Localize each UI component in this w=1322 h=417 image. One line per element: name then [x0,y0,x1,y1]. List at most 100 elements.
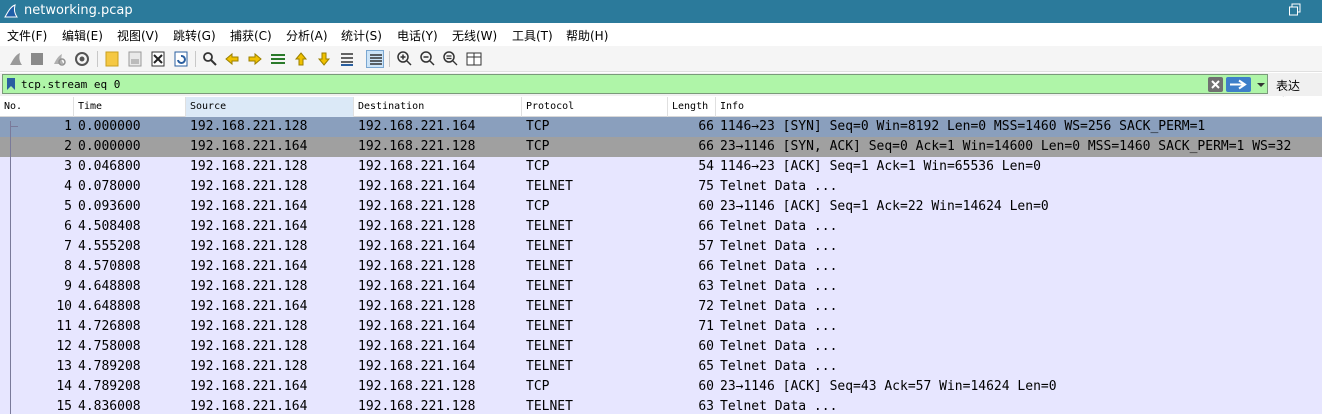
packet-destination: 192.168.221.128 [358,379,476,394]
packet-length: 63 [698,279,714,294]
packet-row[interactable]: 2 0.000000 192.168.221.164 192.168.221.128 T… [0,137,1322,157]
menu-go[interactable]: 跳转(G) [173,27,216,44]
reload-icon[interactable] [172,50,190,68]
packet-protocol: TELNET [526,259,573,274]
conversation-start-marker [10,126,18,127]
packet-info: Telnet Data ... [720,359,838,374]
packet-source: 192.168.221.164 [190,139,308,154]
autoscroll-icon[interactable] [338,50,356,68]
packet-time: 4.789208 [78,359,141,374]
packet-source: 192.168.221.128 [190,359,308,374]
filter-text[interactable]: tcp.stream eq 0 [21,78,120,91]
packet-destination: 192.168.221.128 [358,259,476,274]
packet-row[interactable]: 11 4.726808 192.168.221.128 192.168.221.164… [0,317,1322,337]
close-file-icon[interactable] [149,50,167,68]
packet-protocol: TCP [526,379,550,394]
go-to-packet-icon[interactable] [269,50,287,68]
clear-filter-icon[interactable] [1208,77,1223,92]
packet-info: 23→1146 [SYN, ACK] Seq=0 Ack=1 Win=14600… [720,139,1292,154]
zoom-in-icon[interactable] [396,50,414,68]
packet-source: 192.168.221.128 [190,179,308,194]
column-header-protocol[interactable]: Protocol [522,97,668,117]
stop-square-icon[interactable] [28,50,46,68]
packet-destination: 192.168.221.128 [358,139,476,154]
column-header-no[interactable]: No. [0,97,74,117]
restore-window-icon[interactable] [1288,3,1302,17]
packet-row[interactable]: 10 4.648808 192.168.221.164 192.168.221.128… [0,297,1322,317]
packet-info: Telnet Data ... [720,259,838,274]
find-icon[interactable] [201,50,219,68]
main-toolbar [0,46,1322,72]
packet-info: Telnet Data ... [720,279,838,294]
toolbar-separator [195,51,196,67]
zoom-out-icon[interactable] [419,50,437,68]
packet-row[interactable]: 6 4.508408 192.168.221.164 192.168.221.128 T… [0,217,1322,237]
menu-help[interactable]: 帮助(H) [566,27,608,44]
colorize-icon[interactable] [366,50,384,68]
packet-protocol: TELNET [526,239,573,254]
packet-row[interactable]: 7 4.555208 192.168.221.128 192.168.221.164 T… [0,237,1322,257]
toolbar-separator [389,51,390,67]
go-back-icon[interactable] [223,50,241,68]
packet-row[interactable]: 14 4.789208 192.168.221.164 192.168.221.128… [0,377,1322,397]
packet-length: 66 [698,119,714,134]
menu-view[interactable]: 视图(V) [117,27,159,44]
column-header-source[interactable]: Source [186,97,354,117]
packet-row[interactable]: 12 4.758008 192.168.221.128 192.168.221.164… [0,337,1322,357]
last-packet-icon[interactable] [315,50,333,68]
packet-protocol: TELNET [526,219,573,234]
packet-source: 192.168.221.128 [190,339,308,354]
column-header-destination[interactable]: Destination [354,97,522,117]
packet-row[interactable]: 9 4.648808 192.168.221.128 192.168.221.164 T… [0,277,1322,297]
packet-time: 4.570808 [78,259,141,274]
packet-row[interactable]: 15 4.836008 192.168.221.164 192.168.221.128… [0,397,1322,417]
packet-row[interactable]: 13 4.789208 192.168.221.128 192.168.221.164… [0,357,1322,377]
packet-length: 54 [698,159,714,174]
menu-analyze[interactable]: 分析(A) [286,27,328,44]
packet-destination: 192.168.221.164 [358,179,476,194]
packet-info: Telnet Data ... [720,319,838,334]
first-packet-icon[interactable] [292,50,310,68]
packet-length: 71 [698,319,714,334]
bookmark-icon[interactable] [6,77,16,91]
packet-info: 23→1146 [ACK] Seq=43 Ack=57 Win=14624 Le… [720,379,1057,394]
column-header-length[interactable]: Length [668,97,716,117]
packet-destination: 192.168.221.164 [358,239,476,254]
go-forward-icon[interactable] [246,50,264,68]
capture-options-icon[interactable] [73,50,91,68]
packet-length: 66 [698,139,714,154]
menu-edit[interactable]: 编辑(E) [62,27,103,44]
packet-length: 60 [698,199,714,214]
menu-wireless[interactable]: 无线(W) [452,27,497,44]
packet-protocol: TELNET [526,339,573,354]
menu-file[interactable]: 文件(F) [7,27,47,44]
packet-destination: 192.168.221.164 [358,159,476,174]
display-filter-input[interactable]: tcp.stream eq 0 [2,74,1268,94]
packet-row[interactable]: 3 0.046800 192.168.221.128 192.168.221.164 T… [0,157,1322,177]
conversation-line [10,121,11,414]
packet-row[interactable]: 8 4.570808 192.168.221.164 192.168.221.128 T… [0,257,1322,277]
packet-time: 4.648808 [78,279,141,294]
filter-dropdown-icon[interactable] [1255,77,1267,92]
packet-protocol: TELNET [526,299,573,314]
packet-destination: 192.168.221.164 [358,339,476,354]
column-header-time[interactable]: Time [74,97,186,117]
menu-capture[interactable]: 捕获(C) [230,27,272,44]
normal-size-icon[interactable] [442,50,460,68]
packet-row[interactable]: 4 0.078000 192.168.221.128 192.168.221.164 T… [0,177,1322,197]
menu-tools[interactable]: 工具(T) [512,27,553,44]
resize-columns-icon[interactable] [465,50,483,68]
packet-info: Telnet Data ... [720,399,838,414]
menu-statistics[interactable]: 统计(S) [341,27,382,44]
save-file-icon[interactable] [126,50,144,68]
packet-protocol: TELNET [526,279,573,294]
column-header-info[interactable]: Info [716,97,1322,117]
open-folder-icon[interactable] [103,50,121,68]
packet-row[interactable]: 1 0.000000 192.168.221.128 192.168.221.164 T… [0,117,1322,137]
shark-fin-start-icon[interactable] [7,50,25,68]
restart-icon[interactable] [50,50,68,68]
packet-info: 1146→23 [SYN] Seq=0 Win=8192 Len=0 MSS=1… [720,119,1206,134]
packet-row[interactable]: 5 0.093600 192.168.221.164 192.168.221.128 T… [0,197,1322,217]
apply-filter-icon[interactable] [1226,77,1251,92]
menu-telephony[interactable]: 电话(Y) [397,27,438,44]
